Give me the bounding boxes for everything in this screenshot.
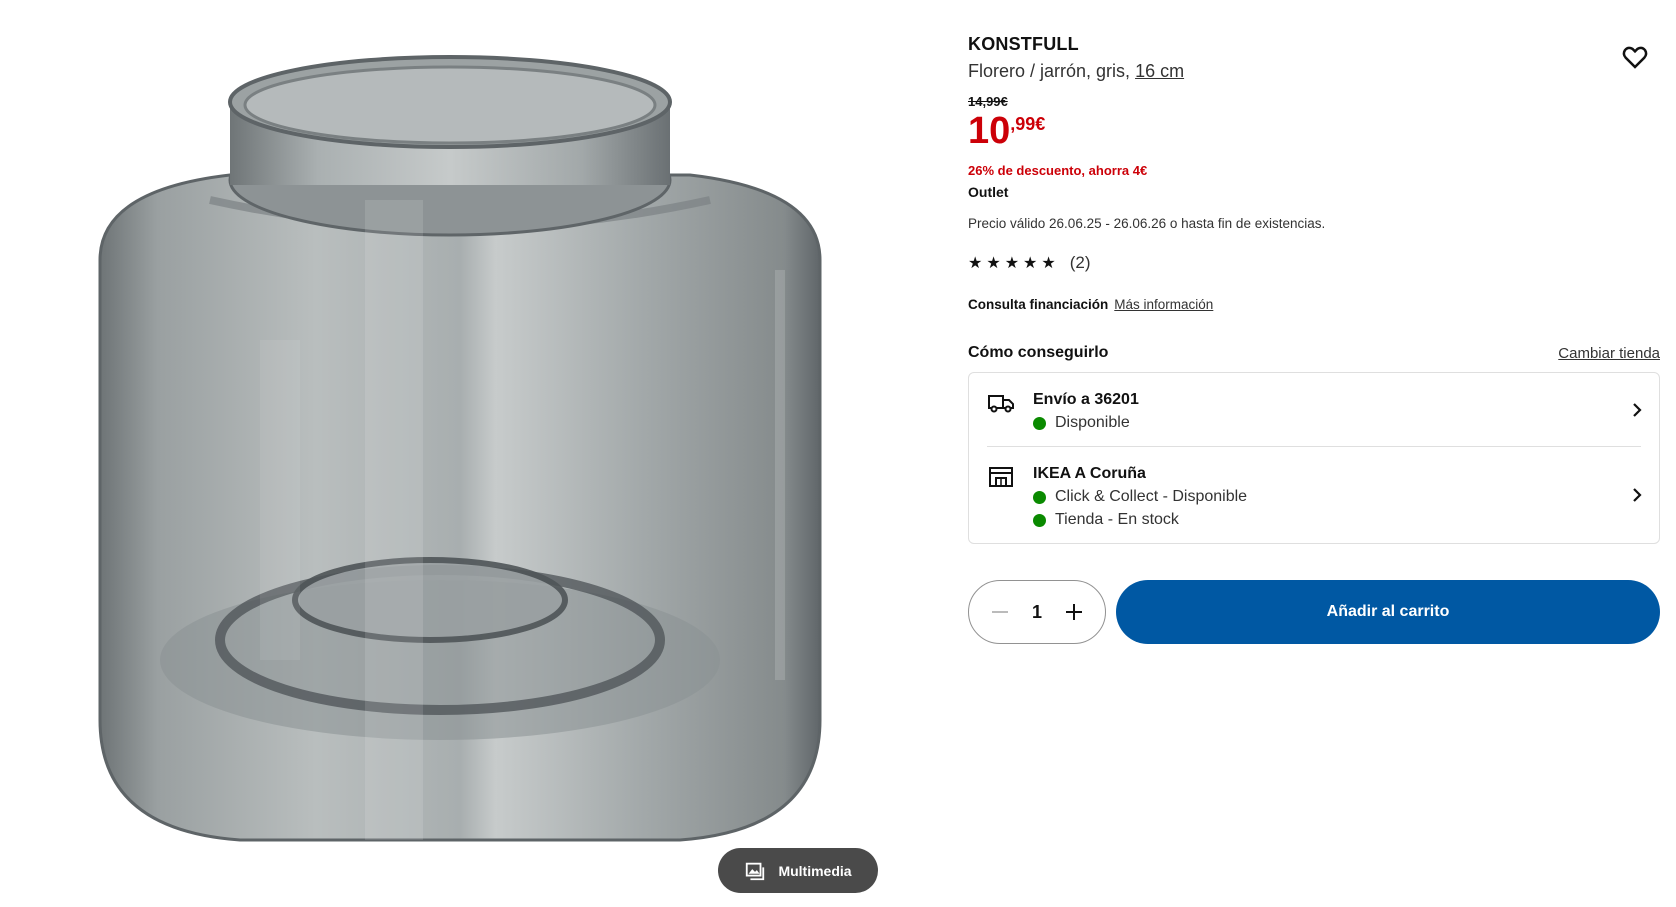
- available-dot-icon: [1033, 416, 1046, 430]
- star-icon: ★: [1041, 255, 1056, 272]
- price-integer: 10: [968, 110, 1011, 152]
- star-icon: ★: [968, 255, 983, 272]
- rating-stars: ★ ★ ★ ★ ★: [968, 253, 1056, 273]
- store-head: IKEA A Coruña: [1033, 465, 1146, 482]
- delivery-text: Envío a 36201 Disponible: [1033, 391, 1139, 432]
- availability-box: Envío a 36201 Disponible IKEA A Coruña C…: [968, 372, 1660, 544]
- store-icon: [989, 467, 1013, 487]
- price-validity: Precio válido 26.06.25 - 26.06.26 o hast…: [968, 216, 1326, 231]
- available-dot-icon: [1033, 513, 1046, 527]
- gallery-icon: [746, 862, 765, 880]
- decrease-button[interactable]: [989, 601, 1011, 623]
- star-icon: ★: [986, 255, 1001, 272]
- available-dot-icon: [1033, 490, 1046, 504]
- rating-count: (2): [1069, 253, 1091, 272]
- click-collect-text: Click & Collect - Disponible: [1055, 488, 1248, 505]
- plus-icon: [1065, 604, 1082, 620]
- quantity-value[interactable]: 1: [1032, 602, 1042, 623]
- size-link[interactable]: 16 cm: [1135, 61, 1184, 81]
- in-store-status: Tienda - En stock: [1033, 511, 1247, 529]
- financing-label: Consulta financiación: [968, 297, 1109, 312]
- product-brand: KONSTFULL: [968, 34, 1079, 54]
- store-option[interactable]: IKEA A Coruña Click & Collect - Disponib…: [987, 446, 1642, 543]
- product-type: Florero / jarrón, gris,: [968, 61, 1131, 81]
- quantity-stepper[interactable]: 1: [968, 580, 1106, 644]
- minus-icon: [992, 611, 1008, 613]
- delivery-status: Disponible: [1033, 414, 1139, 432]
- delivery-option[interactable]: Envío a 36201 Disponible: [969, 373, 1659, 446]
- rating[interactable]: ★ ★ ★ ★ ★ (2): [968, 253, 1660, 273]
- click-collect-status: Click & Collect - Disponible: [1033, 488, 1247, 506]
- product-media: Multimedia: [0, 0, 930, 907]
- multimedia-label: Multimedia: [778, 862, 852, 879]
- outlet-label: Outlet: [968, 184, 1009, 200]
- change-store-link[interactable]: Cambiar tienda: [1558, 345, 1660, 362]
- truck-icon: [988, 395, 1014, 413]
- financing: Consulta financiación Más información: [968, 297, 1660, 312]
- store-text: IKEA A Coruña Click & Collect - Disponib…: [1033, 465, 1247, 529]
- old-price: 14,99€: [968, 94, 1008, 109]
- product-image[interactable]: [60, 40, 860, 900]
- star-icon: ★: [1023, 255, 1038, 272]
- increase-button[interactable]: [1063, 601, 1085, 623]
- current-price: 10 ,99€: [968, 111, 1660, 151]
- chevron-right-icon: [1633, 488, 1642, 502]
- add-to-cart-button[interactable]: Añadir al carrito: [1116, 580, 1660, 644]
- multimedia-button[interactable]: Multimedia: [718, 848, 878, 893]
- how-to-get-header: Cómo conseguirlo Cambiar tienda: [968, 344, 1660, 362]
- price-decimal: ,99€: [1010, 114, 1046, 134]
- purchase-controls: 1 Añadir al carrito: [968, 580, 1660, 644]
- in-store-text: Tienda - En stock: [1055, 511, 1179, 528]
- chevron-right-icon: [1633, 402, 1642, 417]
- delivery-head: Envío a 36201: [1033, 391, 1139, 408]
- more-info-link[interactable]: Más información: [1114, 297, 1213, 312]
- how-to-get-title: Cómo conseguirlo: [968, 344, 1109, 361]
- product-info-panel: KONSTFULL Florero / jarrón, gris, 16 cm …: [968, 34, 1660, 644]
- delivery-status-text: Disponible: [1055, 414, 1130, 431]
- product-description: Florero / jarrón, gris, 16 cm: [968, 61, 1660, 82]
- star-icon: ★: [1004, 255, 1020, 272]
- discount-text: 26% de descuento, ahorra 4€: [968, 163, 1148, 178]
